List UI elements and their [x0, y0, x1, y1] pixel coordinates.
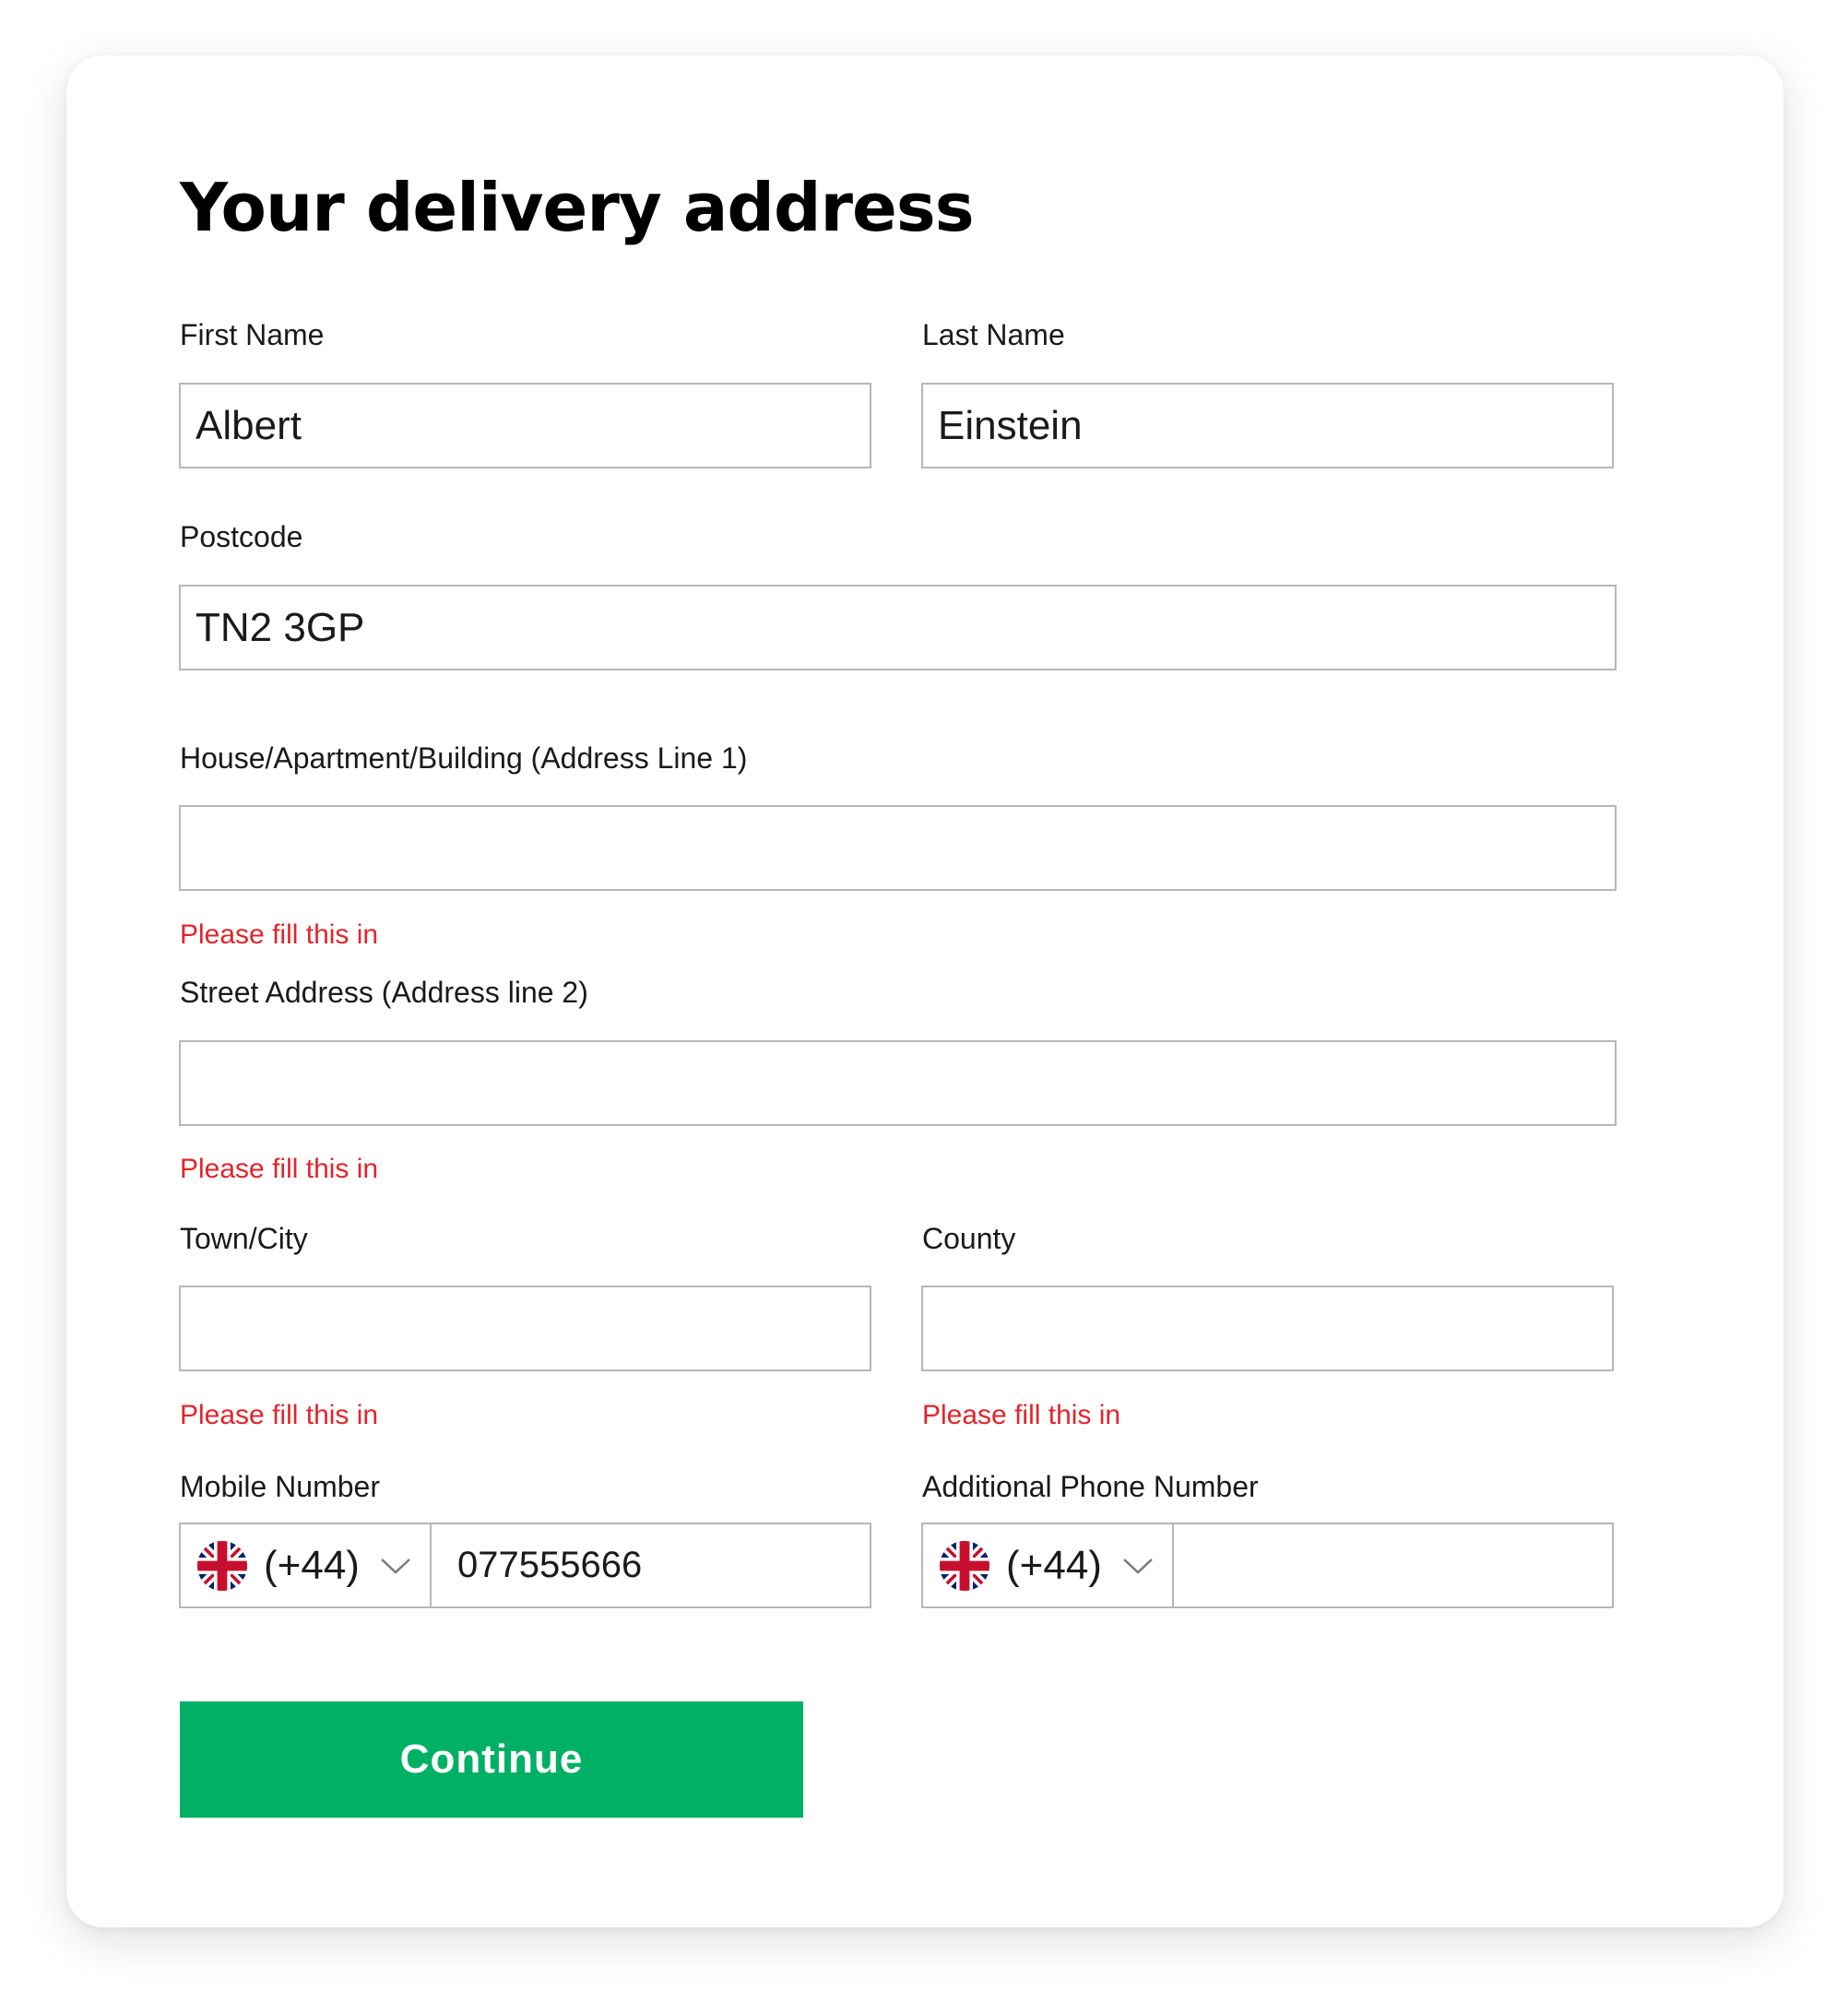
address-line2-input[interactable]	[179, 1040, 1617, 1126]
additional-phone-field: (+44)	[921, 1523, 1614, 1608]
first-name-label: First Name	[180, 318, 325, 351]
additional-phone-input[interactable]	[1174, 1524, 1612, 1606]
mobile-country-code: (+44)	[264, 1542, 360, 1588]
last-name-label: Last Name	[922, 318, 1065, 351]
address-line2-label: Street Address (Address line 2)	[180, 976, 588, 1009]
address-line1-input[interactable]	[179, 805, 1617, 891]
county-input[interactable]	[921, 1286, 1614, 1371]
county-label: County	[922, 1222, 1016, 1255]
page-title: Your delivery address	[180, 169, 975, 246]
last-name-input[interactable]	[921, 383, 1614, 468]
address-line1-error: Please fill this in	[180, 919, 379, 950]
postcode-input[interactable]	[179, 585, 1617, 670]
uk-flag-icon	[940, 1540, 989, 1591]
first-name-input[interactable]	[179, 383, 871, 468]
town-label: Town/City	[180, 1222, 308, 1255]
mobile-number-label: Mobile Number	[180, 1470, 380, 1503]
uk-flag-icon	[197, 1540, 247, 1591]
address-line2-error: Please fill this in	[180, 1154, 379, 1184]
additional-phone-label: Additional Phone Number	[922, 1470, 1259, 1503]
additional-phone-country-code-select[interactable]: (+44)	[923, 1524, 1174, 1606]
additional-phone-country-code: (+44)	[1006, 1542, 1102, 1588]
chevron-down-icon	[1123, 1558, 1153, 1574]
postcode-label: Postcode	[180, 520, 303, 553]
mobile-number-input[interactable]	[432, 1524, 870, 1606]
town-input[interactable]	[179, 1286, 871, 1371]
mobile-number-field: (+44)	[179, 1523, 871, 1608]
address-line1-label: House/Apartment/Building (Address Line 1…	[180, 741, 748, 775]
continue-button[interactable]: Continue	[180, 1701, 803, 1818]
mobile-country-code-select[interactable]: (+44)	[181, 1524, 432, 1606]
chevron-down-icon	[381, 1558, 410, 1574]
town-error: Please fill this in	[180, 1400, 379, 1430]
county-error: Please fill this in	[922, 1400, 1121, 1430]
